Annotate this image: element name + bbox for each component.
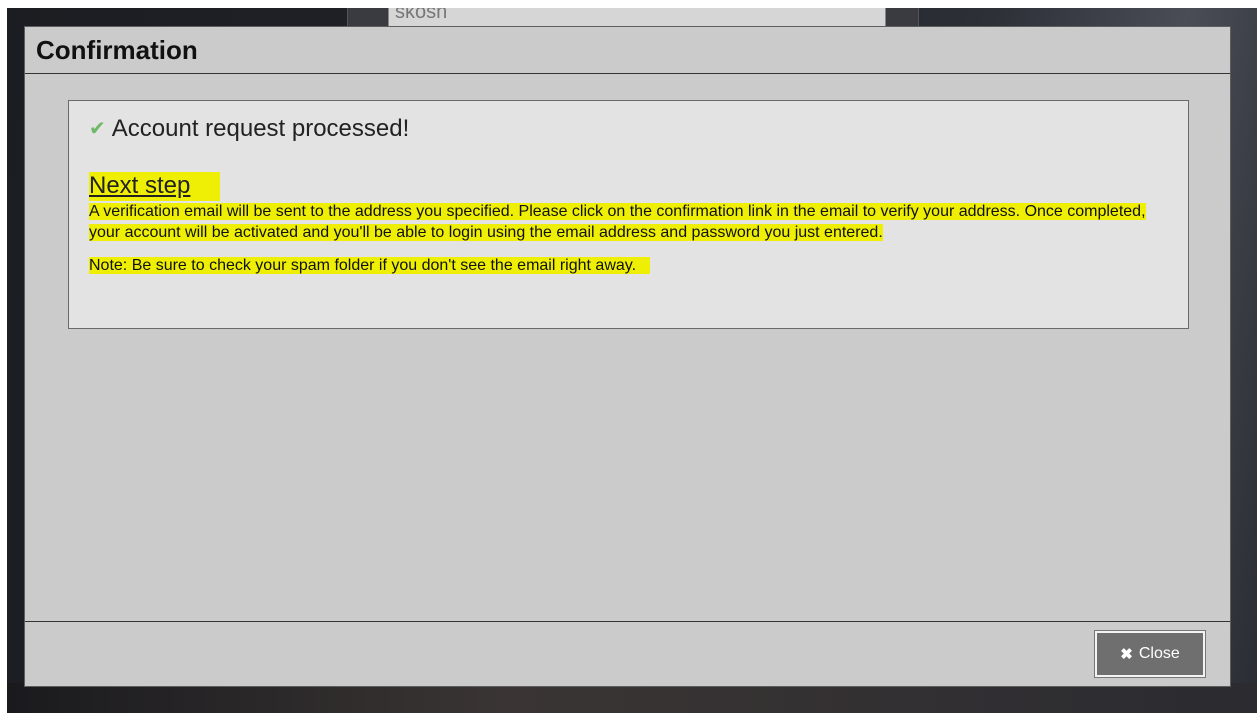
next-step-heading-text: Next step bbox=[89, 172, 221, 201]
close-button-label: Close bbox=[1138, 645, 1180, 662]
close-button[interactable]: ✖ Close bbox=[1095, 631, 1205, 677]
checkmark-icon: ✔ bbox=[89, 118, 106, 140]
instructions-text: A verification email will be sent to the… bbox=[89, 201, 1169, 243]
dialog-footer: ✖ Close bbox=[25, 622, 1230, 686]
confirmation-dialog: Confirmation ✔ Account request processed… bbox=[24, 26, 1231, 687]
dialog-header: Confirmation bbox=[25, 27, 1230, 74]
spam-note-text: Note: Be sure to check your spam folder … bbox=[89, 257, 651, 274]
status-line: ✔ Account request processed! bbox=[89, 115, 1169, 143]
dialog-title: Confirmation bbox=[36, 34, 198, 65]
message-box: ✔ Account request processed! Next step A… bbox=[68, 100, 1189, 329]
status-message: Account request processed! bbox=[111, 115, 410, 142]
spam-note: Note: Be sure to check your spam folder … bbox=[89, 255, 1169, 276]
background-input-value: skosh bbox=[395, 8, 448, 23]
close-x-icon: ✖ bbox=[1120, 646, 1133, 663]
next-step-heading: Next step bbox=[89, 172, 1169, 201]
dialog-body: ✔ Account request processed! Next step A… bbox=[25, 74, 1230, 622]
background-bottom-strip bbox=[7, 683, 1257, 713]
instructions-highlight: A verification email will be sent to the… bbox=[89, 203, 1146, 241]
